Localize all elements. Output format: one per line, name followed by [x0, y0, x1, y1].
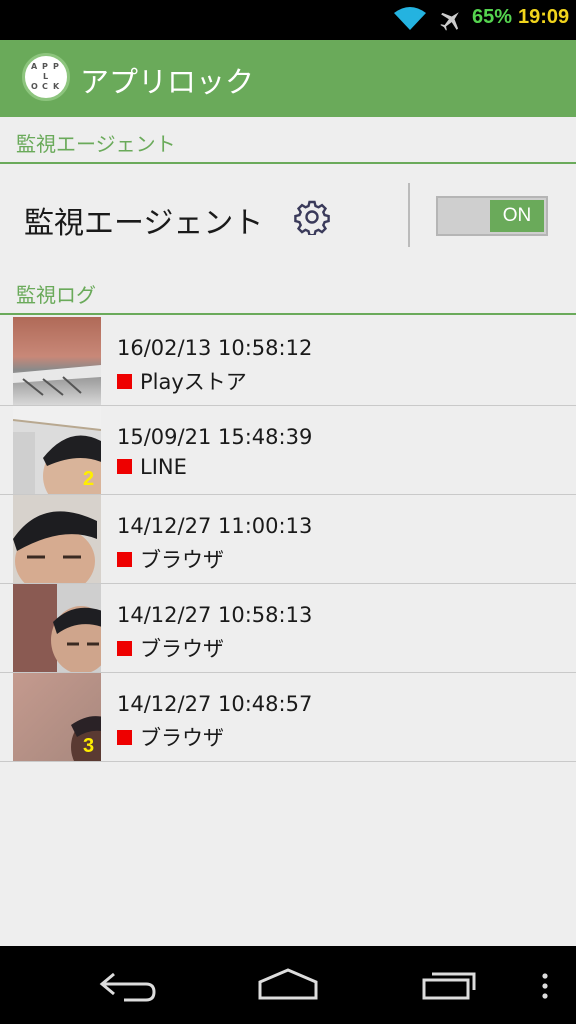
log-app: ブラウザ: [117, 633, 224, 663]
agent-label: 監視エージェント: [24, 206, 264, 241]
nav-bar: [0, 946, 576, 1024]
log-app-name: ブラウザ: [140, 637, 224, 661]
photo-count-badge: 2: [83, 468, 95, 490]
photo-count-badge: 3: [83, 735, 95, 757]
log-time: 14/12/27 10:58:13: [117, 603, 313, 627]
logo-letter: O: [31, 82, 38, 91]
log-app-name: LINE: [140, 455, 187, 479]
photo-image: [13, 584, 101, 672]
photo-thumbnail: 2: [13, 406, 101, 494]
logo-letter: P: [53, 62, 59, 71]
log-app-name: Playストア: [140, 370, 247, 394]
status-marker-icon: [117, 730, 132, 745]
photo-thumbnail: [13, 584, 101, 672]
wifi-icon: [394, 7, 426, 30]
log-time: 16/02/13 10:58:12: [117, 336, 313, 360]
log-app-name: ブラウザ: [140, 726, 224, 750]
app-title: アプリロック: [80, 65, 255, 99]
photo-thumbnail: 3: [13, 673, 101, 761]
logo-letter: P: [42, 62, 48, 71]
gear-icon[interactable]: [294, 199, 330, 235]
home-icon[interactable]: [256, 968, 320, 1002]
list-item[interactable]: 14/12/27 11:00:13 ブラウザ: [0, 495, 576, 584]
photo-image: [13, 317, 101, 405]
section-divider: [0, 313, 576, 315]
logo-letter: L: [43, 72, 49, 81]
logo-letter: K: [53, 82, 60, 91]
log-list: 16/02/13 10:58:12 Playストア 2 15/09/21 15:…: [0, 317, 576, 762]
log-time: 14/12/27 11:00:13: [117, 514, 313, 538]
app-logo: A P P L O C K: [22, 53, 70, 101]
status-bar: 65% 19:09: [0, 0, 576, 40]
list-item[interactable]: 14/12/27 10:58:13 ブラウザ: [0, 584, 576, 673]
log-app: ブラウザ: [117, 544, 224, 574]
section-divider: [0, 162, 576, 164]
status-marker-icon: [117, 459, 132, 474]
log-time: 15/09/21 15:48:39: [117, 425, 313, 449]
photo-image: [13, 495, 101, 583]
recent-apps-icon[interactable]: [420, 968, 480, 1002]
clock: 19:09: [518, 6, 570, 28]
battery-level: 65%: [472, 6, 513, 28]
status-marker-icon: [117, 374, 132, 389]
agent-toggle[interactable]: ON: [436, 196, 548, 236]
toggle-knob: ON: [490, 200, 544, 232]
log-section-header: 監視ログ: [16, 283, 96, 307]
airplane-icon: [440, 12, 459, 31]
log-app: Playストア: [117, 366, 247, 396]
log-app-name: ブラウザ: [140, 548, 224, 572]
agent-section-header: 監視エージェント: [16, 132, 176, 156]
list-item[interactable]: 2 15/09/21 15:48:39 LINE: [0, 406, 576, 495]
log-time: 14/12/27 10:48:57: [117, 692, 313, 716]
vertical-divider: [408, 183, 410, 247]
status-marker-icon: [117, 641, 132, 656]
logo-letter: C: [42, 82, 48, 91]
list-item[interactable]: 16/02/13 10:58:12 Playストア: [0, 317, 576, 406]
app-bar: A P P L O C K アプリロック: [0, 40, 576, 117]
log-app: LINE: [117, 455, 187, 479]
back-icon[interactable]: [98, 970, 158, 1002]
status-marker-icon: [117, 552, 132, 567]
photo-thumbnail: [13, 495, 101, 583]
overflow-menu-icon[interactable]: [538, 972, 552, 1000]
photo-thumbnail: [13, 317, 101, 405]
log-app: ブラウザ: [117, 722, 224, 752]
agent-row[interactable]: 監視エージェント ON: [0, 165, 576, 265]
logo-letter: A: [31, 62, 38, 71]
list-item[interactable]: 3 14/12/27 10:48:57 ブラウザ: [0, 673, 576, 762]
